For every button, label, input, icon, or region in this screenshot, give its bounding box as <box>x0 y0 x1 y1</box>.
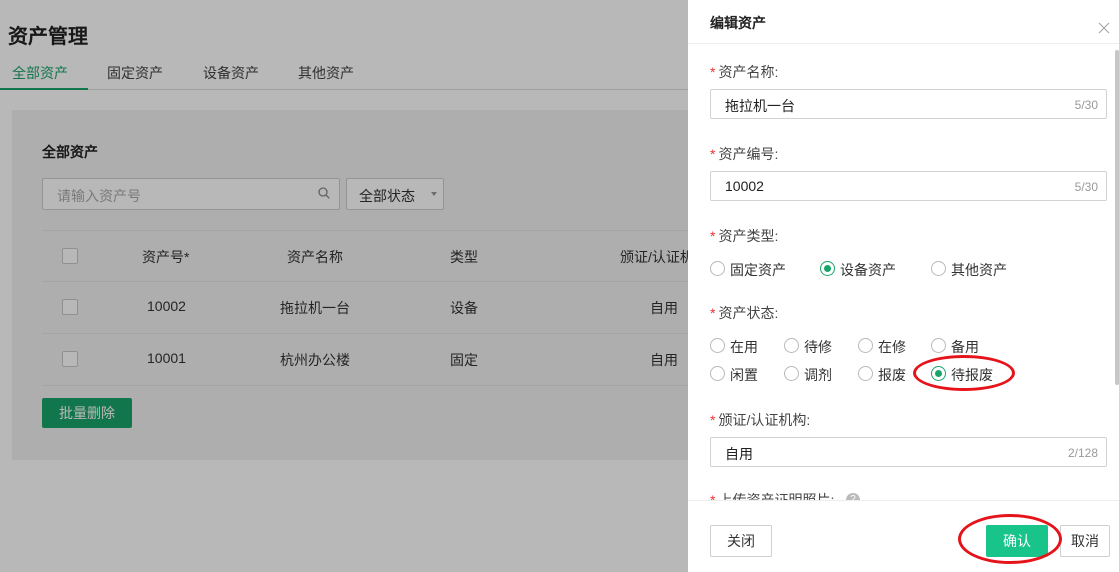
edit-asset-drawer: 编辑资产 * 资产名称: 拖拉机一台 5/30 * 资产编号: 10002 5/30… <box>688 0 1119 572</box>
cert-org-input[interactable]: 自用 2/128 <box>710 437 1107 467</box>
drawer-header: 编辑资产 <box>688 0 1119 44</box>
asset-code-value: 10002 <box>725 178 764 194</box>
drawer-title: 编辑资产 <box>710 15 766 31</box>
asset-code-label: * 资产编号: <box>710 146 779 162</box>
cert-org-value: 自用 <box>725 446 753 462</box>
asset-name-input[interactable]: 拖拉机一台 5/30 <box>710 89 1107 119</box>
asset-name-value: 拖拉机一台 <box>725 98 795 114</box>
close-icon[interactable] <box>1098 22 1110 34</box>
drawer-footer: 关闭 确认 取消 <box>688 500 1119 572</box>
drawer-scrollbar[interactable] <box>1115 50 1119 385</box>
help-icon[interactable]: ? <box>846 493 860 500</box>
modal-mask[interactable] <box>0 0 688 572</box>
asset-code-char-count: 5/30 <box>1074 180 1098 194</box>
asset-code-input[interactable]: 10002 5/30 <box>710 171 1107 201</box>
asset-type-label: * 资产类型: <box>710 228 779 244</box>
asset-status-label: * 资产状态: <box>710 305 779 321</box>
upload-photo-label: * 上传资产证明照片: <box>710 492 835 500</box>
asset-name-char-count: 5/30 <box>1074 98 1098 112</box>
cert-org-label: * 颁证/认证机构: <box>710 412 811 428</box>
cancel-button[interactable]: 取消 <box>1060 525 1110 557</box>
close-button[interactable]: 关闭 <box>710 525 772 557</box>
cert-org-char-count: 2/128 <box>1067 446 1098 460</box>
asset-name-label: * 资产名称: <box>710 64 779 80</box>
drawer-form: * 资产名称: 拖拉机一台 5/30 * 资产编号: 10002 5/30 * 资产类… <box>688 44 1119 500</box>
confirm-button[interactable]: 确认 <box>986 525 1048 557</box>
